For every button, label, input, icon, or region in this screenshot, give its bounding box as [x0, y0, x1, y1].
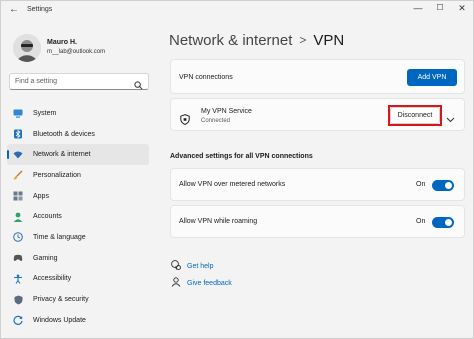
sidebar-item-windows-update[interactable]: Windows Update [7, 310, 149, 331]
sidebar-item-label: System [33, 109, 57, 117]
user-email: m__lab@outlook.com [47, 49, 106, 55]
get-help-link-row[interactable]: Get help [171, 257, 213, 275]
accessibility-icon [13, 274, 23, 284]
minimize-icon[interactable]: — [411, 3, 425, 13]
setting-label: Allow VPN over metered networks [179, 181, 286, 188]
setting-label: Allow VPN while roaming [179, 218, 258, 225]
help-icon [171, 257, 181, 275]
vpn-connections-label: VPN connections [179, 74, 233, 81]
settings-window: ← Settings — ☐ ✕ Mauro H. m__lab@outlook… [0, 0, 474, 339]
title-bar: ← Settings — ☐ ✕ [1, 1, 473, 19]
add-vpn-button[interactable]: Add VPN [407, 69, 457, 86]
gamepad-icon [13, 253, 23, 263]
sidebar-item-apps[interactable]: Apps [7, 186, 149, 207]
vpn-name: My VPN Service [201, 108, 252, 115]
breadcrumb-parent[interactable]: Network & internet [169, 32, 292, 49]
sidebar-item-bluetooth[interactable]: Bluetooth & devices [7, 124, 149, 145]
update-icon [13, 315, 23, 326]
bluetooth-icon [13, 129, 23, 139]
sidebar-item-accessibility[interactable]: Accessibility [7, 269, 149, 290]
maximize-icon[interactable]: ☐ [433, 3, 447, 12]
sidebar-item-privacy[interactable]: Privacy & security [7, 289, 149, 310]
sidebar-item-label: Privacy & security [33, 296, 89, 304]
vpn-entry-card[interactable]: My VPN Service Connected Disconnect [170, 98, 465, 131]
metered-setting-card: Allow VPN over metered networks On [170, 168, 465, 201]
give-feedback-link[interactable]: Give feedback [187, 280, 232, 287]
sidebar-item-network[interactable]: Network & internet [7, 144, 149, 166]
roaming-toggle[interactable] [432, 217, 454, 228]
breadcrumb-separator: > [299, 33, 307, 47]
section-title: Advanced settings for all VPN connection… [170, 153, 313, 160]
avatar[interactable] [13, 34, 41, 62]
sidebar-nav: System Bluetooth & devices Network & int… [7, 103, 149, 331]
back-arrow-icon[interactable]: ← [9, 4, 19, 15]
vpn-status: Connected [201, 118, 231, 124]
wifi-icon [13, 150, 23, 160]
vpn-shield-icon [180, 112, 190, 130]
sidebar-item-gaming[interactable]: Gaming [7, 248, 149, 269]
sidebar-item-label: Windows Update [33, 316, 86, 324]
highlight-box [388, 105, 442, 126]
person-icon [13, 212, 23, 222]
sidebar-item-time-language[interactable]: Time & language [7, 227, 149, 248]
feedback-icon [171, 274, 181, 292]
sidebar-item-label: Network & internet [33, 151, 91, 159]
sidebar-item-label: Accounts [33, 213, 62, 221]
user-avatar-icon [13, 34, 41, 62]
user-name: Mauro H. [47, 39, 77, 46]
vpn-connections-card: VPN connections Add VPN [170, 59, 465, 94]
sidebar-item-label: Time & language [33, 233, 86, 241]
globe-clock-icon [13, 232, 23, 243]
sidebar-item-accounts[interactable]: Accounts [7, 206, 149, 227]
toggle-state: On [416, 181, 426, 188]
metered-toggle[interactable] [432, 180, 454, 191]
toggle-knob [445, 219, 452, 226]
sidebar-item-label: Bluetooth & devices [33, 130, 95, 138]
toggle-knob [445, 182, 452, 189]
toggle-state: On [416, 218, 426, 225]
give-feedback-link-row[interactable]: Give feedback [171, 274, 232, 292]
close-icon[interactable]: ✕ [455, 3, 469, 14]
sidebar-item-label: Personalization [33, 171, 81, 179]
window-title: Settings [27, 6, 53, 13]
search-placeholder: Find a setting [15, 78, 58, 85]
sidebar-item-label: Gaming [33, 254, 58, 262]
sidebar-item-label: Apps [33, 192, 49, 200]
breadcrumb: Network & internet > VPN [169, 32, 344, 49]
sidebar-item-system[interactable]: System [7, 103, 149, 124]
system-icon [13, 108, 23, 118]
search-icon [134, 77, 143, 95]
get-help-link[interactable]: Get help [187, 263, 213, 270]
shield-icon [13, 295, 23, 305]
apps-icon [13, 191, 23, 201]
roaming-setting-card: Allow VPN while roaming On [170, 205, 465, 238]
chevron-down-icon[interactable] [446, 110, 455, 128]
brush-icon [13, 170, 23, 180]
page-title: VPN [313, 32, 345, 49]
sidebar-item-label: Accessibility [33, 275, 72, 283]
sidebar-item-personalization[interactable]: Personalization [7, 165, 149, 186]
search-input[interactable]: Find a setting [9, 73, 149, 90]
